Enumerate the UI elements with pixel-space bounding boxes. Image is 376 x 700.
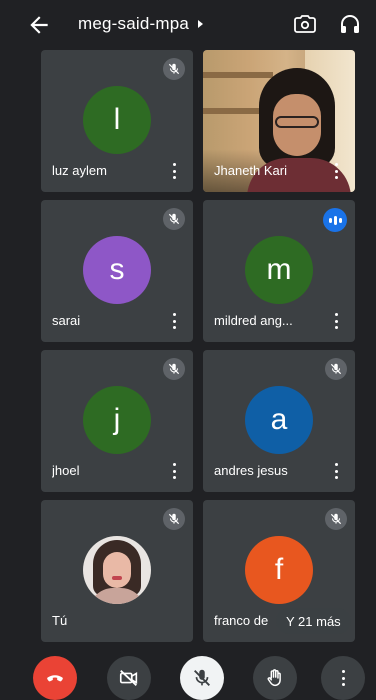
participant-name: franco de [214, 613, 269, 628]
camera-toggle-button[interactable] [107, 656, 151, 700]
switch-camera-icon[interactable] [293, 12, 317, 36]
avatar: f [245, 536, 313, 604]
self-avatar-photo [83, 536, 151, 604]
avatar: s [83, 236, 151, 304]
avatar: l [83, 86, 151, 154]
mic-off-icon [163, 58, 185, 80]
more-options-icon[interactable] [171, 163, 177, 179]
mic-off-icon [163, 208, 185, 230]
mic-off-icon [194, 669, 210, 686]
participant-tile[interactable]: s sarai [41, 200, 193, 342]
mic-off-icon [325, 508, 347, 530]
participant-name: sarai [52, 313, 81, 328]
more-options-icon[interactable] [333, 313, 339, 329]
end-call-button[interactable] [33, 656, 77, 700]
speaking-indicator-icon [323, 208, 347, 232]
raise-hand-icon [267, 669, 281, 687]
avatar: m [245, 236, 313, 304]
participant-name: andres jesus [214, 463, 288, 478]
participant-name: mildred ang... [214, 313, 293, 328]
more-options-icon[interactable] [171, 463, 177, 479]
mic-off-icon [163, 508, 185, 530]
participant-name: jhoel [52, 463, 80, 478]
more-participants-button[interactable]: Y 21 más [276, 608, 351, 634]
caret-right-icon [198, 20, 204, 28]
more-options-icon[interactable] [333, 463, 339, 479]
participant-tile[interactable]: j jhoel [41, 350, 193, 492]
more-options-icon[interactable] [333, 163, 339, 179]
raise-hand-button[interactable] [253, 656, 297, 700]
participant-tile[interactable]: l luz aylem [41, 50, 193, 192]
more-options-icon [340, 670, 346, 686]
participant-name: Tú [52, 613, 68, 628]
participant-video-tile[interactable]: Jhaneth Kari [203, 50, 355, 192]
end-call-icon [47, 675, 63, 682]
participant-tile[interactable]: a andres jesus [203, 350, 355, 492]
headphones-icon[interactable] [338, 12, 362, 36]
camera-off-icon [119, 669, 138, 687]
self-tile[interactable]: Tú [41, 500, 193, 642]
top-bar: meg-said-mpa [0, 0, 376, 48]
more-options-button[interactable] [321, 656, 365, 700]
participant-name: Jhaneth Kari [214, 163, 287, 178]
meeting-code: meg-said-mpa [78, 14, 190, 33]
more-options-icon[interactable] [171, 313, 177, 329]
mic-off-icon [163, 358, 185, 380]
participant-tile[interactable]: m mildred ang... [203, 200, 355, 342]
microphone-toggle-button[interactable] [180, 656, 224, 700]
back-arrow-icon[interactable] [26, 12, 52, 38]
participant-name: luz aylem [52, 163, 107, 178]
avatar: j [83, 386, 151, 454]
meeting-title[interactable]: meg-said-mpa [78, 14, 205, 34]
call-controls [0, 650, 376, 700]
mic-off-icon [325, 358, 347, 380]
avatar: a [245, 386, 313, 454]
